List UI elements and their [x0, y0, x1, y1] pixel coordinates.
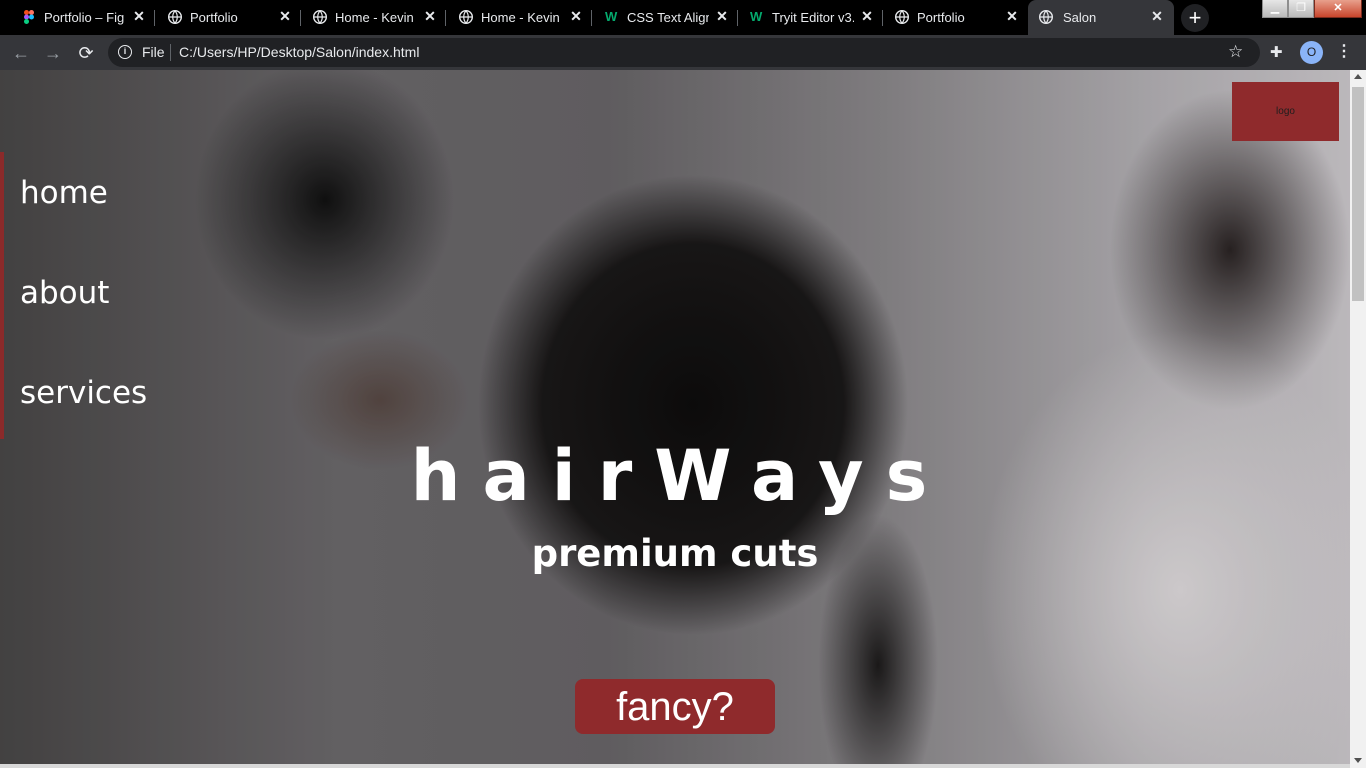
tab-salon[interactable]: Salon ✕: [1028, 0, 1174, 35]
address-bar[interactable]: i File C:/Users/HP/Desktop/Salon/index.h…: [108, 38, 1260, 67]
tab-home-kevin-2[interactable]: Home - Kevin K ✕: [437, 0, 591, 35]
page-bottom-edge: [0, 764, 1350, 768]
globe-icon: [167, 9, 183, 25]
tab-tryit-editor[interactable]: W Tryit Editor v3.6 ✕: [728, 0, 882, 35]
profile-avatar[interactable]: O: [1300, 41, 1323, 64]
w3schools-icon: W: [750, 9, 763, 24]
globe-icon: [1038, 9, 1054, 25]
reload-icon[interactable]: ⟳: [74, 41, 98, 65]
close-tab-icon[interactable]: ✕: [568, 8, 584, 24]
site-logo[interactable]: logo: [1232, 82, 1339, 141]
vertical-scrollbar[interactable]: [1350, 70, 1366, 768]
tab-title: Home - Kevin K: [335, 10, 417, 25]
tab-title: Home - Kevin K: [481, 10, 563, 25]
globe-icon: [458, 9, 474, 25]
protocol-label: File: [142, 44, 165, 60]
close-tab-icon[interactable]: ✕: [131, 8, 147, 24]
figma-icon: [22, 10, 36, 24]
nav-link-services[interactable]: services: [20, 375, 147, 411]
extensions-puzzle-icon[interactable]: ✚: [1270, 43, 1283, 61]
close-tab-icon[interactable]: ✕: [1149, 8, 1165, 24]
tab-title: Tryit Editor v3.6: [772, 10, 854, 25]
browser-toolbar: ← → ⟳ i File C:/Users/HP/Desktop/Salon/i…: [0, 35, 1366, 70]
hero-background-image: [0, 70, 1350, 768]
nav-link-about[interactable]: about: [20, 275, 109, 311]
tab-title: Portfolio – Figma: [44, 10, 124, 25]
close-window-button[interactable]: ✕: [1314, 0, 1362, 18]
scroll-up-arrow-icon[interactable]: [1354, 74, 1362, 79]
tab-portfolio[interactable]: Portfolio ✕: [146, 0, 300, 35]
scrollbar-thumb[interactable]: [1352, 87, 1364, 301]
close-tab-icon[interactable]: ✕: [1004, 8, 1020, 24]
tab-strip: Portfolio – Figma ✕ Portfolio ✕ Home - K…: [0, 0, 1366, 35]
omnibox-divider: [170, 44, 171, 61]
tab-portfolio-figma[interactable]: Portfolio – Figma ✕: [0, 0, 154, 35]
maximize-button[interactable]: ❐: [1288, 0, 1314, 18]
fancy-cta-button[interactable]: fancy?: [575, 679, 775, 734]
bookmark-star-icon[interactable]: ☆: [1228, 42, 1243, 62]
tab-title: Salon: [1063, 10, 1097, 25]
tab-title: Portfolio: [190, 10, 238, 25]
brand-tagline: premium cuts: [531, 532, 819, 575]
close-tab-icon[interactable]: ✕: [422, 8, 438, 24]
side-navigation: home about services: [0, 152, 160, 439]
tab-css-text-align[interactable]: W CSS Text Align ✕: [583, 0, 737, 35]
w3schools-icon: W: [605, 9, 618, 24]
globe-icon: [894, 9, 910, 25]
brand-title: hairWays: [410, 435, 950, 517]
scroll-down-arrow-icon[interactable]: [1354, 758, 1362, 763]
browser-menu-icon[interactable]: ⋮: [1336, 41, 1352, 63]
back-arrow-icon[interactable]: ←: [9, 41, 33, 65]
browser-window: Portfolio – Figma ✕ Portfolio ✕ Home - K…: [0, 0, 1366, 768]
tab-home-kevin-1[interactable]: Home - Kevin K ✕: [291, 0, 445, 35]
nav-link-home[interactable]: home: [20, 175, 108, 211]
new-tab-button[interactable]: +: [1181, 4, 1209, 32]
minimize-button[interactable]: ▁: [1262, 0, 1288, 18]
forward-arrow-icon[interactable]: →: [41, 41, 65, 65]
tab-title: Portfolio: [917, 10, 965, 25]
tab-portfolio-2[interactable]: Portfolio ✕: [873, 0, 1027, 35]
tab-title: CSS Text Align: [627, 10, 709, 25]
info-icon[interactable]: i: [118, 45, 132, 59]
url-text[interactable]: C:/Users/HP/Desktop/Salon/index.html: [179, 45, 419, 60]
page-viewport: home about services logo hairWays premiu…: [0, 70, 1350, 768]
globe-icon: [312, 9, 328, 25]
